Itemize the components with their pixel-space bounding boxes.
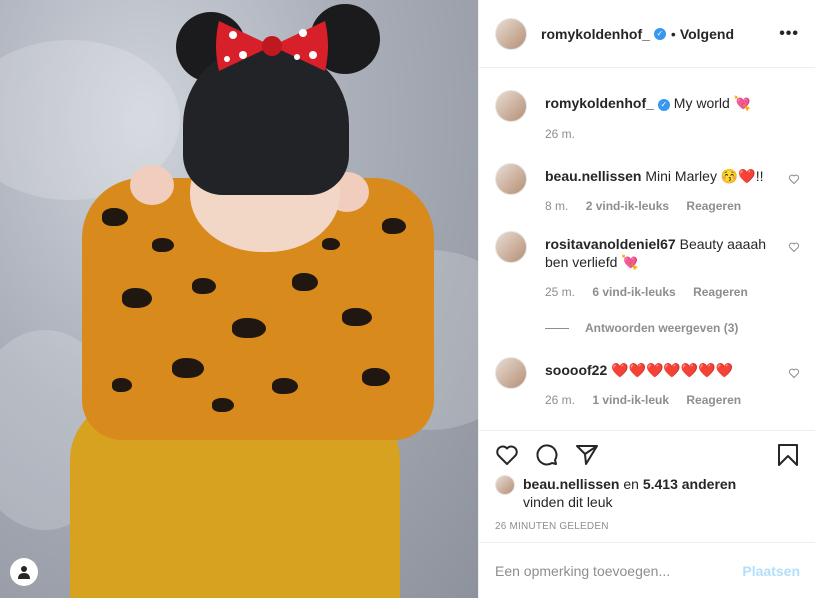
likes-and: en [623,476,639,492]
comment-text: ❤️❤️❤️❤️❤️❤️❤️ [611,362,734,378]
comment-item: rositavanoldeniel67 Beauty aaaah ben ver… [495,231,800,301]
add-comment-bar: Plaatsen [479,542,815,598]
reply-button[interactable]: Reageren [686,393,741,407]
comment-item: beau.nellissen Mini Marley 😚❤️!! 8 m. 2 … [495,163,800,215]
heart-icon[interactable] [788,173,800,185]
likes-suffix: vinden dit leuk [523,494,613,510]
following-button[interactable]: Volgend [680,26,734,42]
post-photo[interactable] [0,0,478,598]
verified-icon: ✓ [657,99,670,111]
author-avatar[interactable] [495,90,527,122]
post-comment-button[interactable]: Plaatsen [742,563,800,579]
commenter-avatar[interactable] [495,163,527,195]
caption-username[interactable]: romykoldenhof_ [545,95,654,111]
comment-username[interactable]: soooof22 [545,362,607,378]
caption-text: My world 💘 [673,95,752,111]
heart-icon[interactable] [495,443,519,467]
commenter-avatar[interactable] [495,231,527,263]
reply-button[interactable]: Reageren [693,285,748,299]
comment-time[interactable]: 26 m. [545,393,575,407]
comment-text: Mini Marley 😚❤️!! [645,168,764,184]
polka-dot-bow [216,21,328,71]
tagged-users-button[interactable] [10,558,38,586]
reply-button[interactable]: Reageren [686,199,741,213]
comment-username[interactable]: rositavanoldeniel67 [545,236,676,252]
comment-likes[interactable]: 2 vind-ik-leuks [586,199,669,213]
post-actions: beau.nellissen en 5.413 anderen vinden d… [479,430,815,532]
commenter-avatar[interactable] [495,357,527,389]
liker-username[interactable]: beau.nellissen [523,476,619,492]
heart-icon[interactable] [788,367,800,379]
separator-dot: • [670,25,676,42]
post-timestamp[interactable]: 26 MINUTEN GELEDEN [495,521,800,532]
author-avatar[interactable] [495,17,527,50]
post-details-panel: romykoldenhof_ ✓ • Volgend ••• romykolde… [478,0,815,598]
comment-username[interactable]: beau.nellissen [545,168,641,184]
comment-item: soooof22 ❤️❤️❤️❤️❤️❤️❤️ 26 m. 1 vind-ik-… [495,357,800,409]
heart-icon[interactable] [788,241,800,253]
view-replies-label: Antwoorden weergeven (3) [585,321,739,335]
comments-list[interactable]: romykoldenhof_ ✓ My world 💘 26 m. beau.ne… [479,68,815,428]
comment-likes[interactable]: 6 vind-ik-leuks [592,285,675,299]
share-icon[interactable] [575,443,599,467]
view-replies-button[interactable]: Antwoorden weergeven (3) [545,321,800,335]
comment-time[interactable]: 25 m. [545,285,575,299]
user-icon [18,566,30,579]
baby-hand [130,165,174,205]
comment-icon[interactable] [535,443,559,467]
bookmark-icon[interactable] [776,443,800,467]
replies-line [545,327,569,329]
caption-time[interactable]: 26 m. [545,127,575,141]
verified-icon: ✓ [653,27,666,40]
comment-time[interactable]: 8 m. [545,199,568,213]
post-header: romykoldenhof_ ✓ • Volgend ••• [479,0,815,68]
more-icon[interactable]: ••• [779,25,799,43]
comment-likes[interactable]: 1 vind-ik-leuk [592,393,669,407]
comment-input[interactable] [495,562,743,579]
author-username[interactable]: romykoldenhof_ [541,26,650,42]
liker-avatar[interactable] [495,475,515,495]
likes-others[interactable]: 5.413 anderen [643,476,736,492]
caption: romykoldenhof_ ✓ My world 💘 26 m. [495,90,800,143]
likes-summary: beau.nellissen en 5.413 anderen vinden d… [495,475,800,511]
